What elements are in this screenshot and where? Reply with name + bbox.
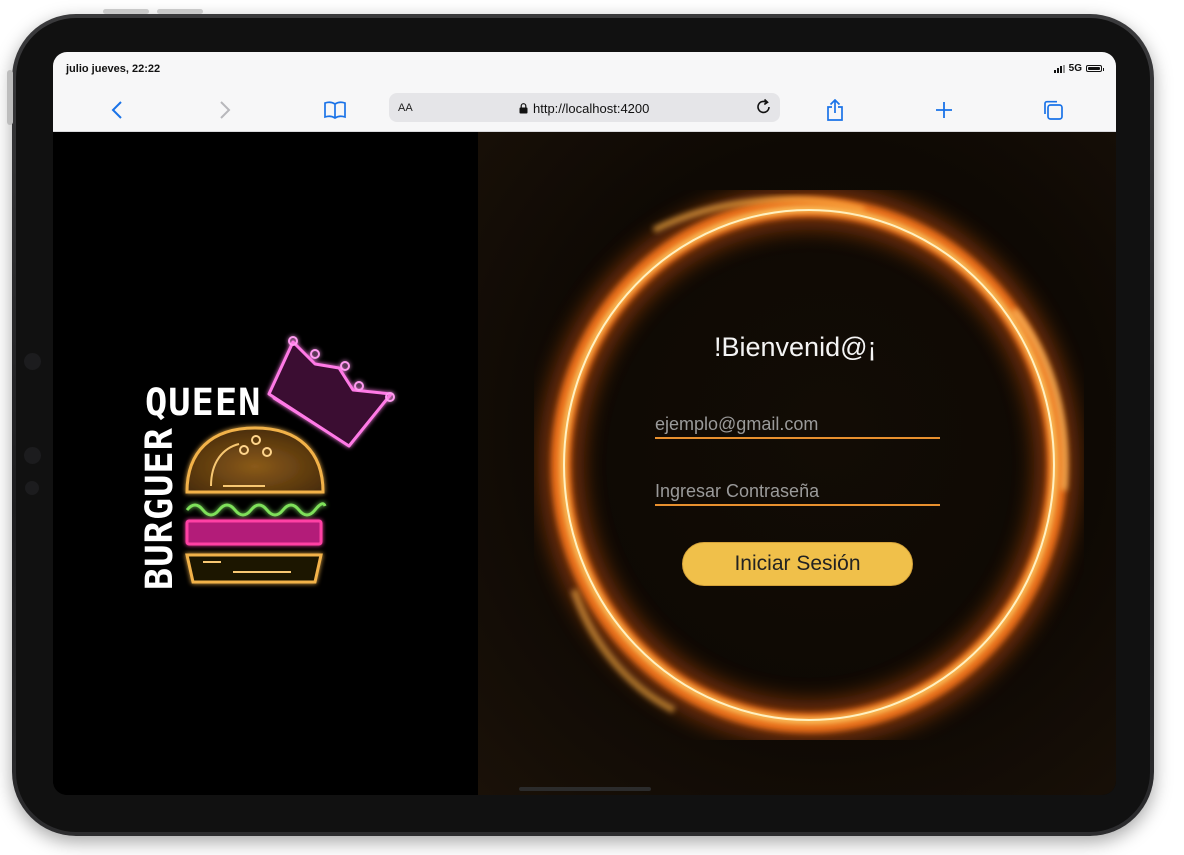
camera-dot: [24, 353, 41, 370]
power-button: [7, 70, 13, 125]
status-bar: julio jueves, 22:22 5G: [53, 52, 1116, 88]
address-bar[interactable]: AA http://localhost:4200: [389, 93, 780, 122]
tabs-icon[interactable]: [1039, 96, 1067, 124]
lock-icon: [519, 103, 528, 114]
crown-icon: [267, 336, 395, 448]
volume-button: [103, 9, 149, 14]
camera-dot: [24, 447, 41, 464]
new-tab-icon[interactable]: [930, 96, 958, 124]
login-panel: !Bienvenid@¡ Iniciar Sesión: [478, 132, 1116, 795]
camera-dot: [25, 481, 39, 495]
status-time: julio jueves, 22:22: [66, 63, 161, 75]
back-icon[interactable]: [103, 96, 131, 124]
network-label: 5G: [1068, 63, 1082, 74]
password-input[interactable]: [655, 478, 940, 506]
battery-icon: [1086, 65, 1104, 72]
welcome-title: !Bienvenid@¡: [714, 332, 877, 362]
status-right: 5G: [1053, 63, 1104, 74]
logo-word-queen: QUEEN: [145, 381, 261, 424]
email-input[interactable]: [655, 411, 940, 439]
signal-icon: [1053, 64, 1065, 73]
browser-toolbar: AA http://localhost:4200: [53, 88, 1116, 132]
url-display: http://localhost:4200: [519, 101, 649, 116]
reload-icon[interactable]: [754, 97, 774, 117]
logo-word-burguer: BURGUER: [138, 427, 181, 590]
burguer-queen-logo: BURGUER QUEEN: [138, 336, 395, 590]
home-indicator: [519, 787, 651, 791]
share-icon[interactable]: [821, 96, 849, 124]
brand-panel: BURGUER QUEEN: [53, 132, 478, 795]
screen: julio jueves, 22:22 5G AA http://localho…: [53, 52, 1116, 795]
reader-button[interactable]: AA: [398, 102, 413, 114]
volume-button: [157, 9, 203, 14]
burger-icon: [185, 426, 327, 584]
login-form: !Bienvenid@¡ Iniciar Sesión: [478, 132, 1116, 795]
url-text: http://localhost:4200: [533, 101, 650, 116]
forward-icon[interactable]: [211, 96, 239, 124]
bookmarks-icon[interactable]: [321, 96, 349, 124]
login-button[interactable]: Iniciar Sesión: [682, 542, 913, 586]
